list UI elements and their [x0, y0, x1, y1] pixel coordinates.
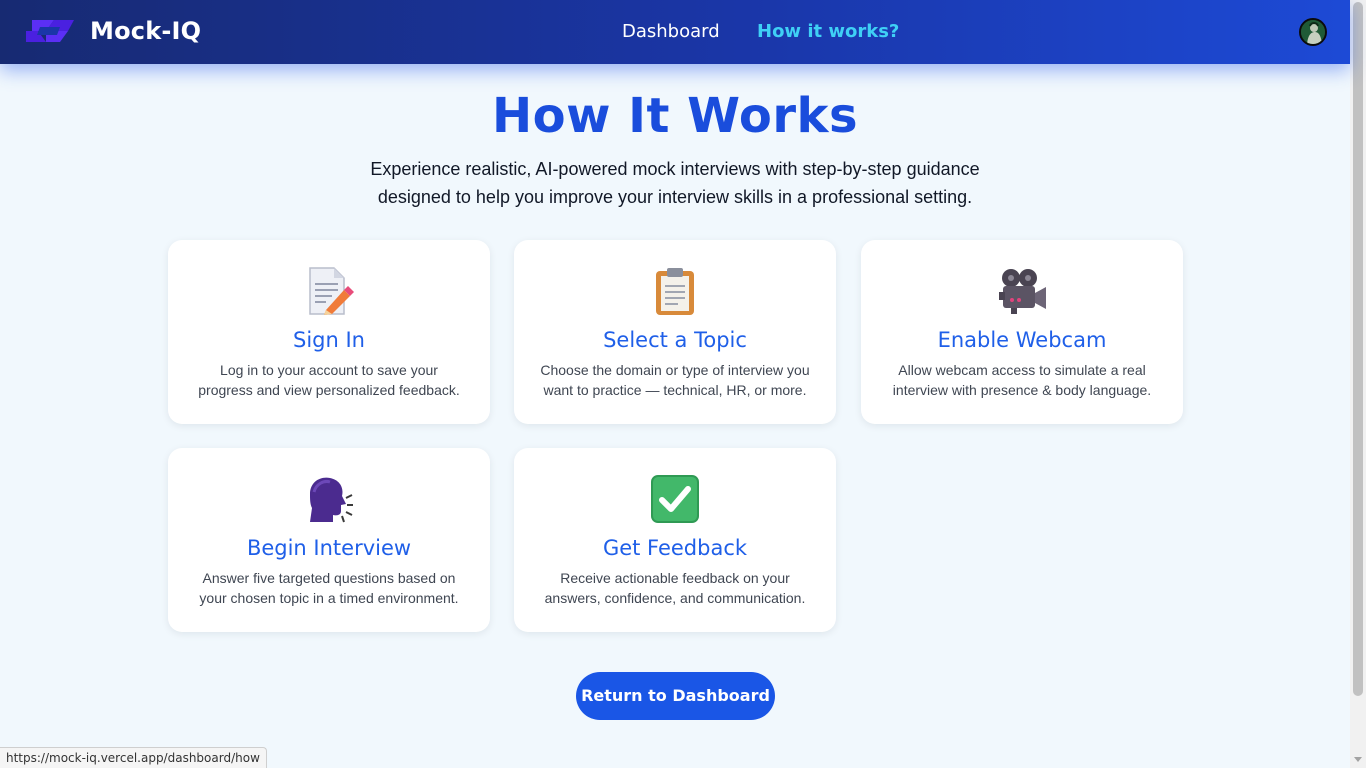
step-title: Get Feedback [602, 536, 748, 560]
brand-home-link[interactable]: Mock-IQ [24, 14, 201, 48]
step-card-get-feedback: Get Feedback Receive actionable feedback… [514, 448, 836, 632]
step-description: Answer five targeted questions based on … [199, 570, 459, 606]
return-to-dashboard-button[interactable]: Return to Dashboard [576, 672, 775, 720]
status-bar-url: https://mock-iq.vercel.app/dashboard/how [0, 747, 267, 768]
scrollbar-thumb[interactable] [1353, 2, 1363, 696]
step-card-select-topic: Select a Topic Choose the domain or type… [514, 240, 836, 424]
step-description: Log in to your account to save your prog… [198, 362, 460, 398]
nav-how-it-works-link[interactable]: How it works? [757, 21, 899, 42]
infinity-link-icon [26, 20, 74, 42]
step-title: Select a Topic [603, 328, 747, 352]
page-title: How It Works [491, 88, 859, 144]
memo-pencil-icon [309, 267, 354, 315]
top-navbar: Mock-IQ Dashboard How it works? [0, 0, 1350, 64]
avatar-image [1301, 20, 1325, 44]
nav-dashboard-link[interactable]: Dashboard [622, 21, 720, 42]
movie-camera-icon [999, 269, 1046, 314]
step-description: Choose the domain or type of interview y… [540, 362, 810, 398]
step-title: Sign In [293, 328, 365, 352]
vertical-scrollbar[interactable] [1350, 0, 1366, 768]
user-avatar-icon[interactable] [1299, 18, 1327, 46]
step-description: Receive actionable feedback on your answ… [544, 570, 806, 606]
page-subtitle: Experience realistic, AI-powered mock in… [370, 159, 980, 207]
step-card-enable-webcam: Enable Webcam Allow webcam access to sim… [861, 240, 1183, 424]
step-card-sign-in: Sign In Log in to your account to save y… [168, 240, 490, 424]
step-title: Enable Webcam [937, 328, 1107, 352]
step-description: Allow webcam access to simulate a real i… [892, 362, 1152, 398]
check-mark-button-icon [651, 475, 699, 523]
step-title: Begin Interview [246, 536, 412, 560]
scroll-down-arrow-icon[interactable] [1354, 757, 1362, 762]
clipboard-icon [656, 268, 694, 315]
speaking-head-icon [310, 477, 353, 523]
brand-name: Mock-IQ [90, 17, 202, 45]
step-card-begin-interview: Begin Interview Answer five targeted que… [168, 448, 490, 632]
